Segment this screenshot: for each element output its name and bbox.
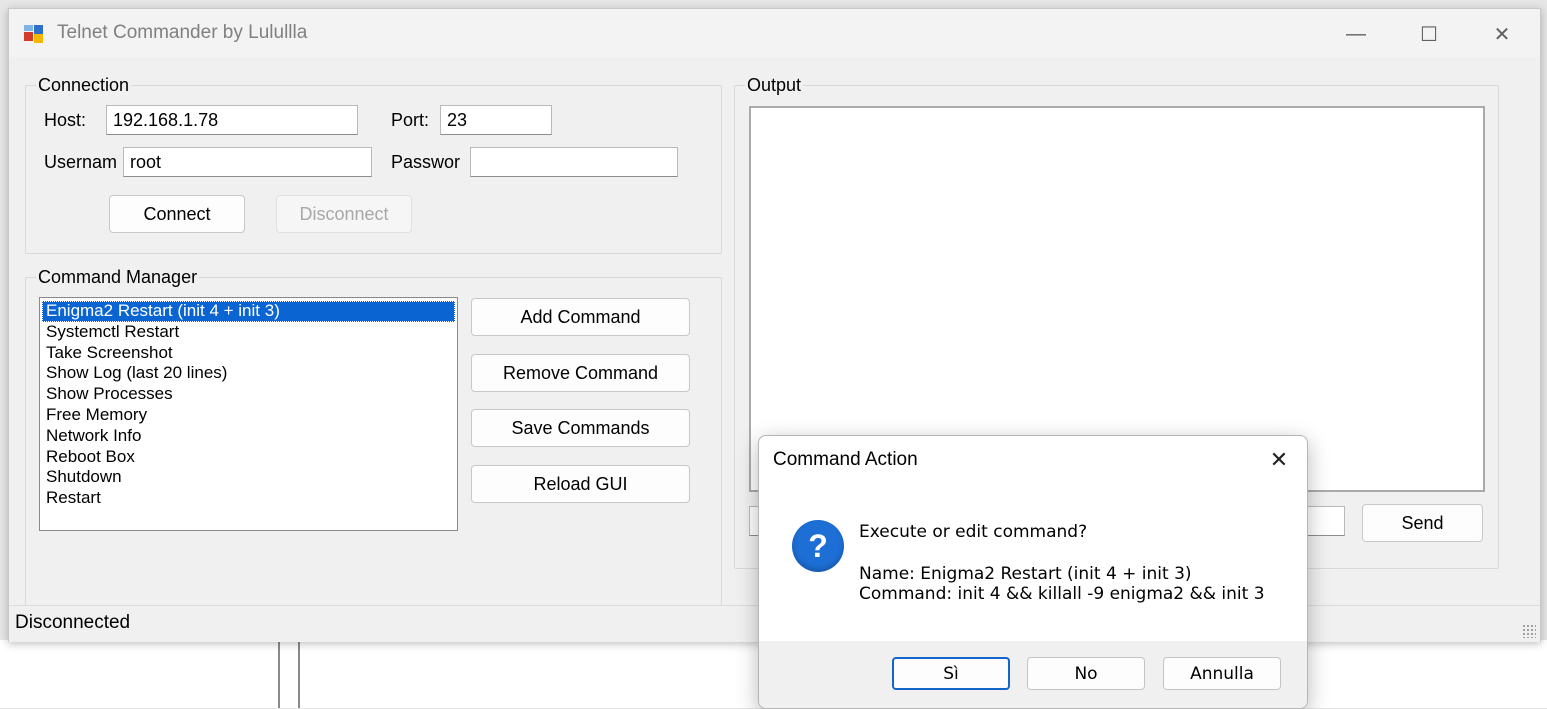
title-bar: Telnet Commander by Lulullla — ☐ ✕ bbox=[9, 9, 1540, 57]
list-item[interactable]: Restart bbox=[42, 488, 455, 509]
list-item[interactable]: Shutdown bbox=[42, 467, 455, 488]
connection-group-label: Connection bbox=[36, 74, 132, 96]
password-input[interactable] bbox=[470, 147, 678, 177]
dialog-command-line: Command: init 4 && killall -9 enigma2 &&… bbox=[859, 584, 1265, 604]
connect-button[interactable]: Connect bbox=[109, 195, 245, 233]
no-button[interactable]: No bbox=[1027, 657, 1145, 690]
output-group-label: Output bbox=[745, 74, 804, 96]
add-command-button[interactable]: Add Command bbox=[471, 298, 690, 336]
window-title: Telnet Commander by Lulullla bbox=[57, 22, 308, 43]
port-label: Port: bbox=[391, 110, 430, 130]
question-icon: ? bbox=[792, 520, 844, 572]
close-button[interactable]: ✕ bbox=[1487, 19, 1517, 49]
host-label: Host: bbox=[44, 110, 87, 130]
maximize-button[interactable]: ☐ bbox=[1414, 19, 1444, 49]
minimize-button[interactable]: — bbox=[1341, 19, 1371, 49]
host-input[interactable] bbox=[106, 105, 358, 135]
remove-command-button[interactable]: Remove Command bbox=[471, 354, 690, 392]
app-icon bbox=[24, 25, 43, 43]
list-item[interactable]: Reboot Box bbox=[42, 447, 455, 468]
list-item[interactable]: Network Info bbox=[42, 426, 455, 447]
dialog-close-button[interactable]: ✕ bbox=[1265, 446, 1293, 474]
list-item[interactable]: Show Log (last 20 lines) bbox=[42, 363, 455, 384]
list-item[interactable]: Systemctl Restart bbox=[42, 322, 455, 343]
send-button[interactable]: Send bbox=[1362, 504, 1483, 542]
resize-grip-icon[interactable] bbox=[1522, 624, 1536, 638]
save-commands-button[interactable]: Save Commands bbox=[471, 409, 690, 447]
command-list[interactable]: Enigma2 Restart (init 4 + init 3) System… bbox=[39, 297, 458, 531]
password-label: Passwor bbox=[391, 152, 461, 172]
cancel-button[interactable]: Annulla bbox=[1163, 657, 1281, 690]
dialog-name-line: Name: Enigma2 Restart (init 4 + init 3) bbox=[859, 564, 1192, 584]
list-item[interactable]: Take Screenshot bbox=[42, 343, 455, 364]
list-item[interactable]: Enigma2 Restart (init 4 + init 3) bbox=[42, 301, 455, 322]
dialog-question: Execute or edit command? bbox=[859, 522, 1088, 542]
yes-button[interactable]: Sì bbox=[892, 657, 1010, 690]
list-item[interactable]: Free Memory bbox=[42, 405, 455, 426]
disconnect-button[interactable]: Disconnect bbox=[276, 195, 412, 233]
command-manager-group-label: Command Manager bbox=[36, 266, 200, 288]
username-input[interactable] bbox=[123, 147, 372, 177]
command-action-dialog: Command Action ✕ ? Execute or edit comma… bbox=[758, 435, 1308, 709]
status-text: Disconnected bbox=[15, 612, 131, 633]
list-item[interactable]: Show Processes bbox=[42, 384, 455, 405]
username-label: Usernam bbox=[44, 152, 118, 172]
port-input[interactable] bbox=[440, 105, 552, 135]
desktop-divider bbox=[298, 640, 300, 708]
desktop-divider bbox=[278, 640, 280, 708]
reload-gui-button[interactable]: Reload GUI bbox=[471, 465, 690, 503]
dialog-title: Command Action bbox=[773, 449, 918, 470]
